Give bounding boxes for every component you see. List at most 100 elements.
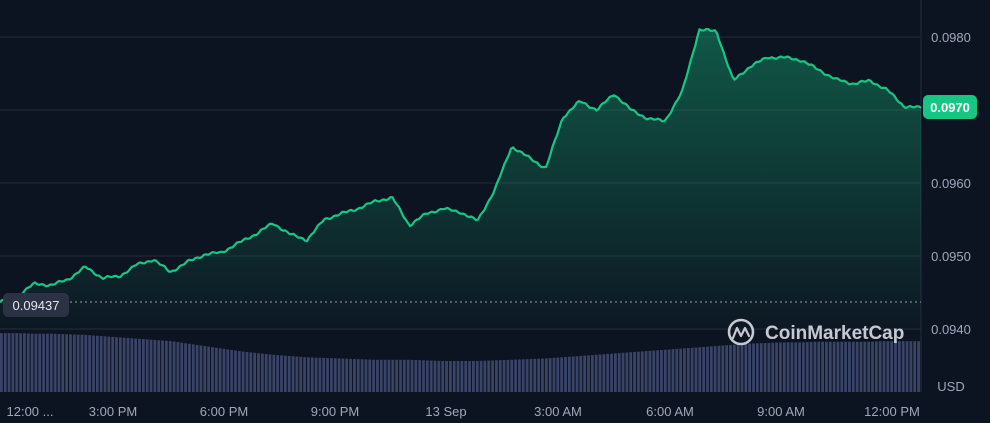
volume-bar (621, 352, 625, 392)
volume-bar (782, 342, 786, 392)
volume-bar (502, 360, 506, 392)
volume-bar (402, 359, 406, 392)
volume-bar (859, 341, 863, 392)
x-tick-label: 12:00 ... (7, 404, 54, 419)
volume-bar (683, 348, 686, 392)
volume-bar (571, 356, 575, 392)
volume-bar (817, 341, 821, 392)
volume-bar (326, 358, 329, 392)
y-tick-label: 0.0940 (931, 322, 971, 337)
volume-bar (211, 347, 214, 392)
volume-bar (433, 360, 437, 392)
volume-bar (583, 355, 587, 392)
volume-bar (625, 352, 629, 392)
volume-bar (717, 345, 721, 392)
volume-bar (483, 360, 487, 392)
volume-bar (437, 360, 441, 392)
volume-bar (802, 342, 805, 392)
volume-bar (460, 361, 464, 392)
volume-bar (399, 359, 402, 392)
volume-bar (103, 336, 107, 392)
volume-bar (564, 357, 567, 392)
volume-bar (491, 360, 494, 392)
volume-bar (464, 361, 468, 392)
volume-bar (729, 344, 732, 392)
volume-bar (257, 353, 260, 392)
volume-bar (813, 341, 817, 392)
volume-bar (379, 359, 383, 392)
volume-bar (495, 360, 498, 392)
x-tick-label: 9:00 PM (311, 404, 359, 419)
volume-bar (794, 342, 798, 392)
volume-bar (391, 359, 395, 392)
volume-bar (560, 357, 564, 392)
volume-bar (76, 334, 80, 392)
volume-bar (180, 342, 184, 392)
volume-bar (529, 359, 533, 392)
volume-bar (191, 344, 195, 392)
volume-bar (118, 337, 122, 392)
volume-bar (671, 349, 675, 392)
volume-bar (660, 350, 663, 392)
volume-bar (441, 360, 445, 392)
volume-bar (644, 351, 648, 392)
volume-bar (7, 333, 11, 392)
volume-bar (905, 341, 909, 392)
volume-bar (280, 355, 283, 392)
volume-bar (790, 342, 794, 392)
open-price-badge: 0.09437 (3, 293, 69, 317)
volume-bar (241, 351, 245, 392)
volume-bar (207, 346, 210, 392)
volume-bar (771, 342, 775, 392)
volume-bar (897, 341, 901, 392)
volume-bar (92, 335, 95, 392)
volume-bar (414, 360, 418, 392)
volume-bar (80, 334, 84, 392)
volume-bar (245, 351, 249, 392)
volume-bar (360, 359, 364, 392)
volume-bar (53, 333, 57, 392)
volume-bar (425, 360, 429, 392)
volume-bar (57, 333, 61, 392)
volume-bar (138, 338, 141, 392)
volume-bar (23, 333, 26, 392)
volume-bar (506, 359, 510, 392)
volume-bar (372, 359, 375, 392)
volume-bar (19, 333, 22, 392)
x-tick-label: 6:00 PM (200, 404, 248, 419)
volume-bar (364, 359, 368, 392)
volume-bar (287, 355, 291, 392)
volume-bar (590, 355, 594, 392)
volume-bar (744, 343, 748, 392)
volume-bar (732, 344, 736, 392)
volume-bar (3, 333, 7, 392)
volume-bar (479, 360, 483, 392)
volume-bar (614, 353, 617, 392)
volume-bar (299, 356, 303, 392)
volume-bar (168, 341, 172, 392)
volume-bar (694, 347, 698, 392)
x-tick-label: 3:00 PM (89, 404, 137, 419)
volume-bar (260, 353, 264, 392)
volume-bar (88, 335, 92, 392)
volume-bar (283, 355, 287, 392)
volume-bar (353, 359, 356, 392)
volume-bar (295, 356, 299, 392)
volume-bar (418, 360, 422, 392)
volume-bar (667, 349, 671, 392)
volume-bar (333, 358, 337, 392)
volume-bar (702, 346, 706, 392)
volume-bar (521, 359, 525, 392)
volume-bar (871, 341, 874, 392)
volume-bar (84, 334, 88, 392)
volume-bar (188, 343, 191, 392)
volume-bar (863, 341, 867, 392)
volume-bar (686, 348, 690, 392)
volume-bar (798, 342, 801, 392)
volume-bar (99, 336, 103, 392)
current-price-badge: 0.0970 (923, 95, 977, 119)
volume-bar (594, 354, 598, 392)
volume-bar (406, 359, 410, 392)
volume-bar (721, 345, 725, 392)
volume-bar (122, 337, 126, 392)
